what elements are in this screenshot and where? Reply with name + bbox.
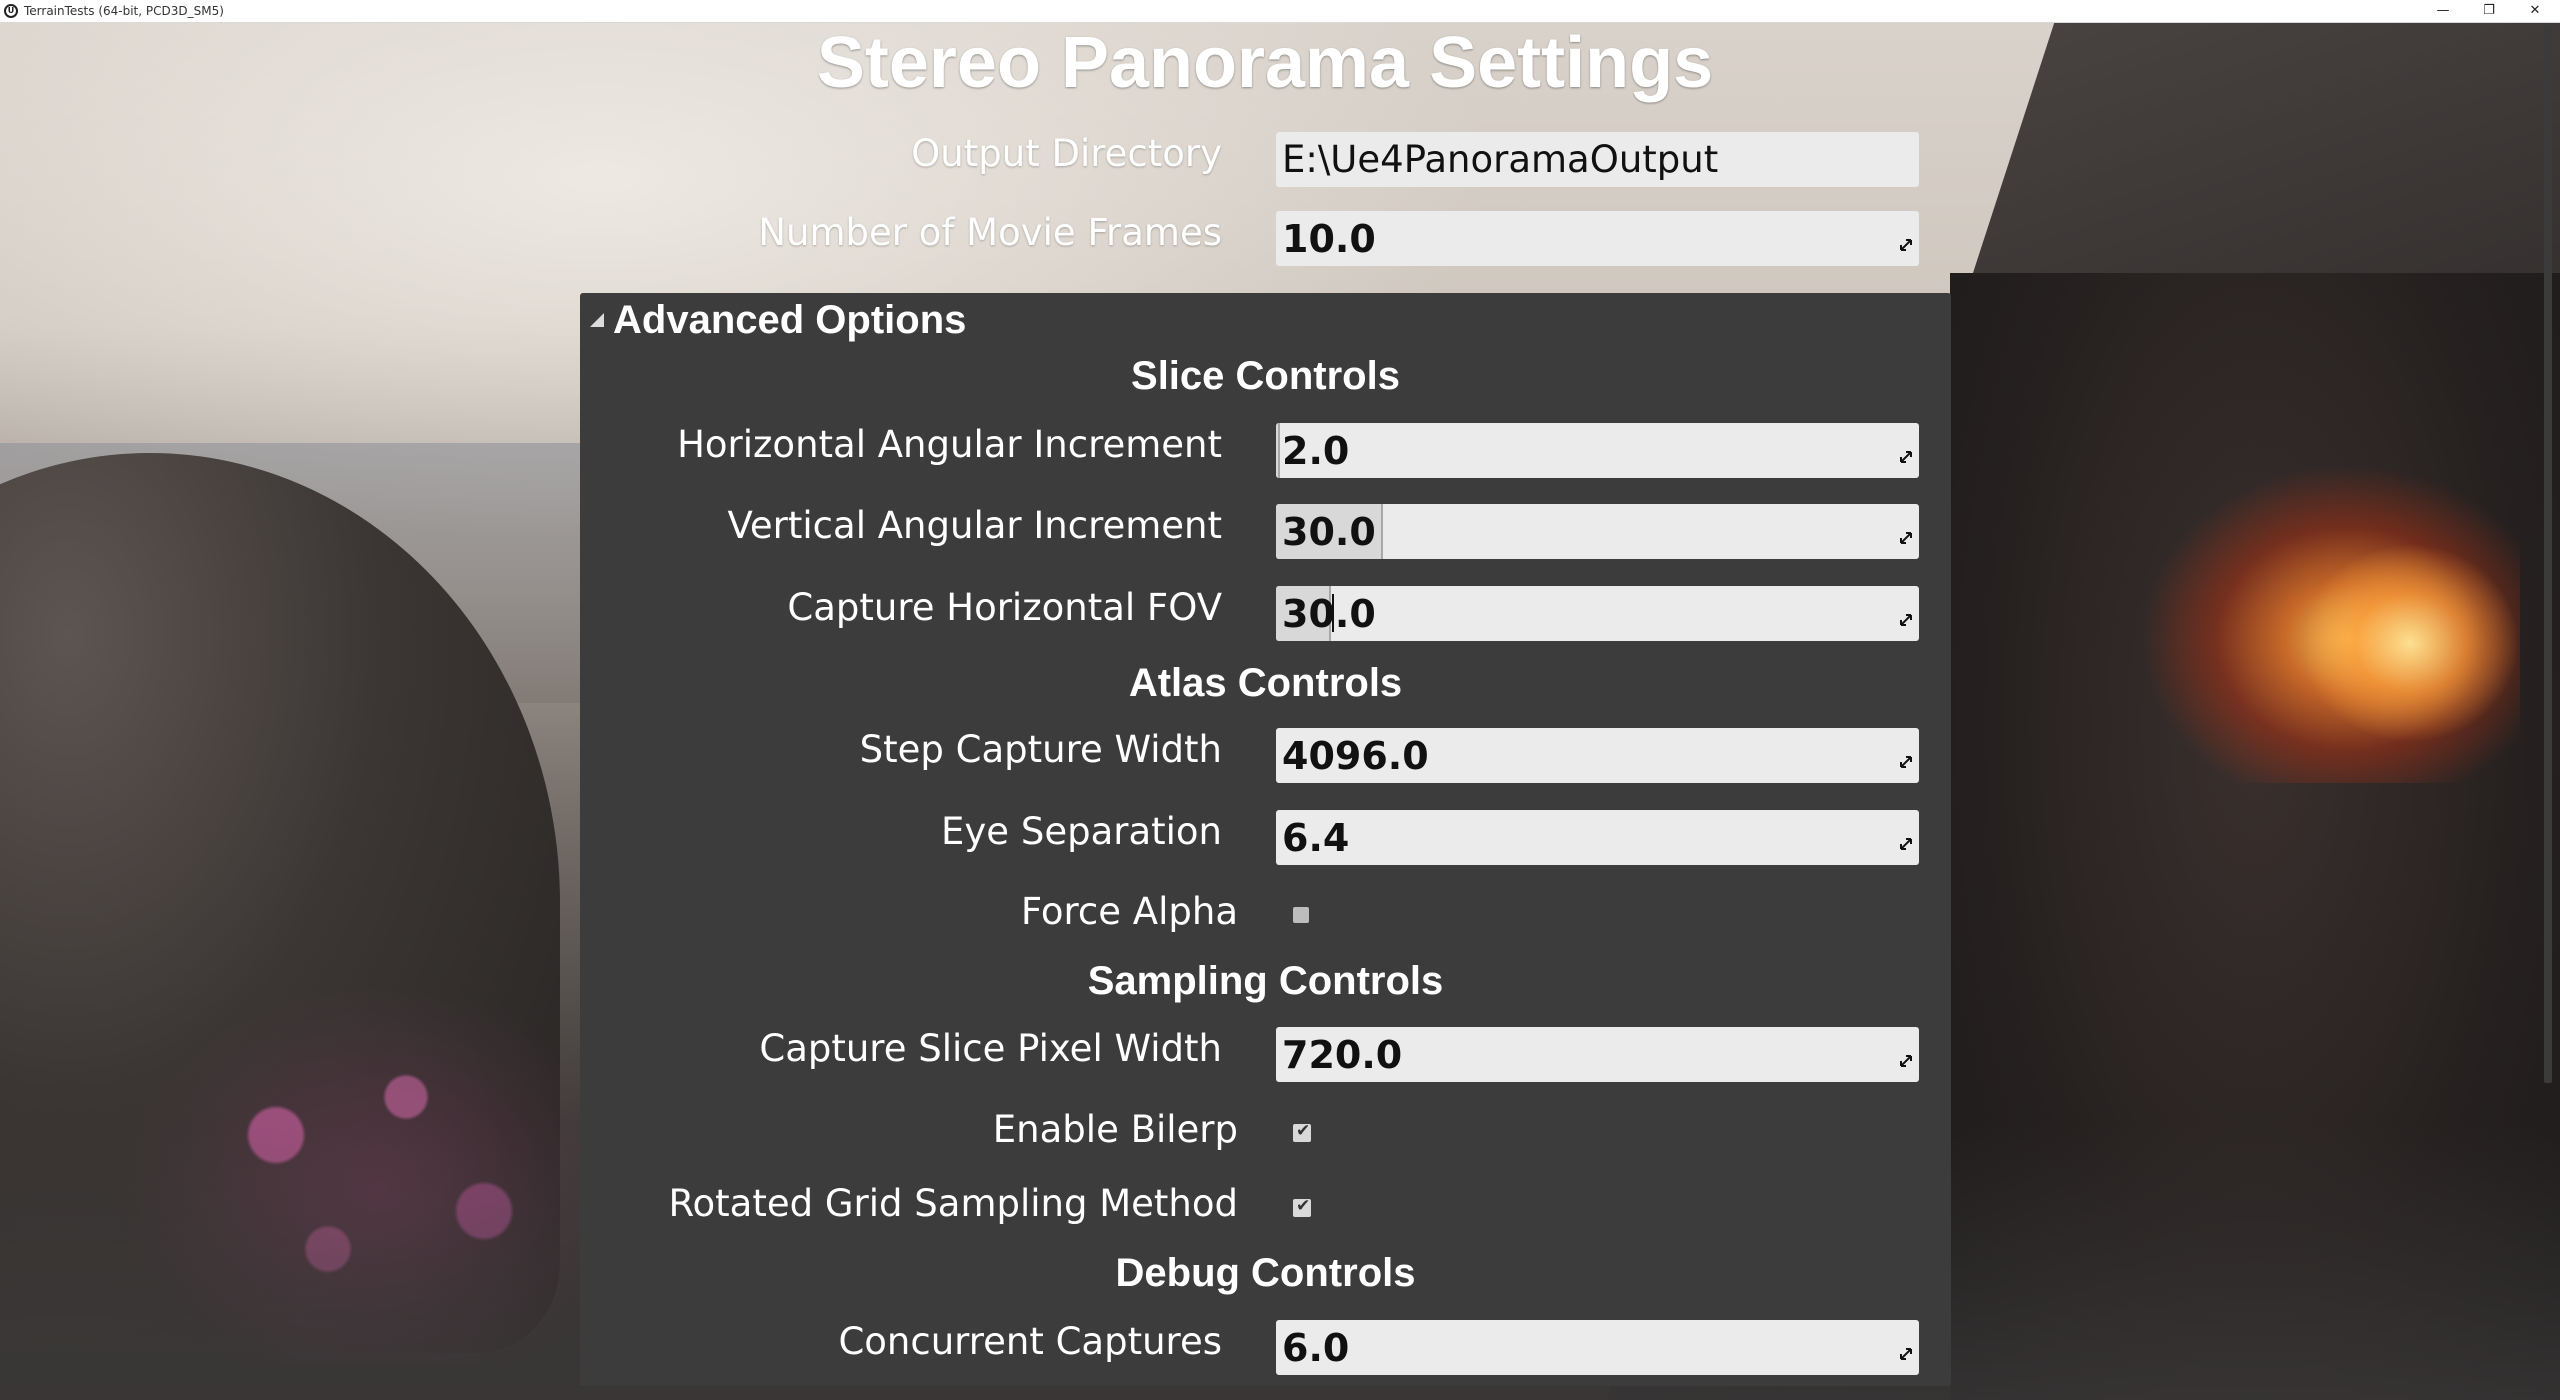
spin-drag-icon [1900, 756, 1912, 768]
spin-drag-icon [1900, 1348, 1912, 1360]
force-alpha-checkbox[interactable] [1293, 907, 1309, 923]
force-alpha-label: Force Alpha [1020, 890, 1238, 933]
scrollbar-thumb[interactable] [2544, 25, 2552, 1083]
atlas-controls-title: Atlas Controls [1128, 661, 1403, 705]
step-capture-width-label: Step Capture Width [859, 728, 1222, 771]
vertical-angular-increment-value: 30.0 [1282, 510, 1376, 554]
eye-separation-value: 6.4 [1282, 816, 1350, 860]
capture-slice-pixel-width-value: 720.0 [1282, 1033, 1403, 1077]
restore-button[interactable]: ❐ [2466, 0, 2512, 22]
enable-bilerp-checkbox[interactable]: ✔ [1293, 1121, 1311, 1142]
spin-drag-icon [1900, 838, 1912, 850]
close-button[interactable]: ✕ [2512, 0, 2558, 22]
horizontal-angular-increment-spinbox[interactable]: 2.0 [1276, 423, 1919, 478]
advanced-options-header[interactable]: Advanced Options [613, 293, 966, 347]
vertical-angular-increment-label: Vertical Angular Increment [727, 504, 1222, 547]
eye-separation-label: Eye Separation [941, 810, 1222, 853]
concurrent-captures-label: Concurrent Captures [838, 1320, 1222, 1363]
page-title: Stereo Panorama Settings [816, 23, 1714, 103]
text-cursor [1332, 594, 1334, 632]
checkmark-icon: ✔ [1296, 1196, 1311, 1216]
spin-drag-icon [1900, 451, 1912, 463]
collapse-arrow-icon[interactable] [590, 313, 604, 327]
horizontal-angular-increment-label: Horizontal Angular Increment [677, 423, 1222, 466]
fire-core [2300, 543, 2520, 743]
rotated-grid-sampling-label: Rotated Grid Sampling Method [668, 1182, 1238, 1225]
horizontal-angular-increment-value: 2.0 [1282, 429, 1350, 473]
spin-drag-icon [1900, 1055, 1912, 1067]
rotated-grid-sampling-checkbox[interactable]: ✔ [1293, 1196, 1311, 1217]
concurrent-captures-value: 6.0 [1282, 1326, 1350, 1370]
movie-frames-value: 10.0 [1282, 217, 1376, 261]
checkmark-icon: ✔ [1296, 1121, 1311, 1141]
spin-drag-icon [1900, 532, 1912, 544]
step-capture-width-spinbox[interactable]: 4096.0 [1276, 728, 1919, 783]
capture-slice-pixel-width-spinbox[interactable]: 720.0 [1276, 1027, 1919, 1082]
eye-separation-spinbox[interactable]: 6.4 [1276, 810, 1919, 865]
capture-horizontal-fov-label: Capture Horizontal FOV [787, 586, 1222, 629]
spin-drag-icon [1900, 614, 1912, 626]
window-titlebar: U TerrainTests (64-bit, PCD3D_SM5) — ❐ ✕ [0, 0, 2560, 23]
movie-frames-label: Number of Movie Frames [758, 211, 1222, 254]
window-title: TerrainTests (64-bit, PCD3D_SM5) [24, 4, 224, 18]
output-directory-value: E:\Ue4PanoramaOutput [1282, 138, 1719, 181]
output-directory-label: Output Directory [911, 132, 1222, 175]
vertical-angular-increment-spinbox[interactable]: 30.0 [1276, 504, 1919, 559]
capture-horizontal-fov-spinbox[interactable]: 30.0 [1276, 586, 1919, 641]
spin-drag-icon [1900, 239, 1912, 251]
minimize-button[interactable]: — [2420, 0, 2466, 22]
debug-controls-title: Debug Controls [1115, 1251, 1416, 1295]
output-directory-input[interactable]: E:\Ue4PanoramaOutput [1276, 132, 1919, 187]
enable-bilerp-label: Enable Bilerp [992, 1108, 1238, 1151]
slice-controls-title: Slice Controls [1131, 354, 1400, 398]
capture-horizontal-fov-value: 30.0 [1282, 592, 1376, 636]
sampling-controls-title: Sampling Controls [1087, 959, 1444, 1003]
capture-slice-pixel-width-label: Capture Slice Pixel Width [759, 1027, 1222, 1070]
window-scrollbar[interactable] [2540, 23, 2560, 1400]
step-capture-width-value: 4096.0 [1282, 734, 1429, 778]
movie-frames-spinbox[interactable]: 10.0 [1276, 211, 1919, 266]
concurrent-captures-spinbox[interactable]: 6.0 [1276, 1320, 1919, 1375]
ue4-logo-icon: U [4, 4, 18, 18]
spin-fill [1276, 423, 1280, 478]
